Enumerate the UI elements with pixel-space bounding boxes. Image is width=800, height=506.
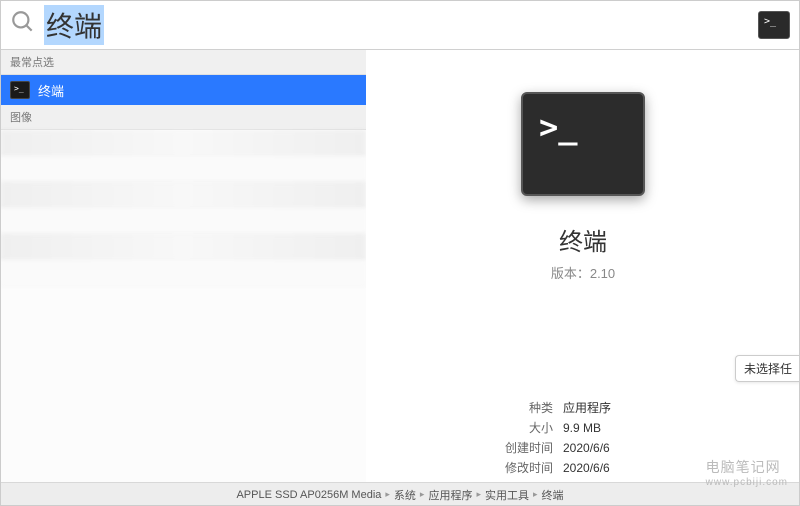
breadcrumb-item[interactable]: 终端 <box>542 487 564 503</box>
breadcrumb-item[interactable]: 系统 <box>394 487 416 503</box>
terminal-app-icon[interactable]: >_ <box>758 11 790 39</box>
details-row-created: 创建时间 2020/6/6 <box>393 438 773 458</box>
chevron-right-icon: ▸ <box>476 489 481 500</box>
details-label: 创建时间 <box>393 438 563 458</box>
list-item[interactable] <box>0 208 366 234</box>
search-input[interactable]: 终端 <box>44 5 104 45</box>
results-panel: 最常点选 >_ 终端 图像 <box>0 50 366 482</box>
details-value: 2020/6/6 <box>563 458 773 478</box>
details-value: 应用程序 <box>563 398 773 418</box>
breadcrumb-item[interactable]: 应用程序 <box>428 487 472 503</box>
list-item[interactable] <box>0 130 366 156</box>
result-row-terminal[interactable]: >_ 终端 <box>0 75 366 105</box>
terminal-large-icon: >_ <box>521 92 645 196</box>
list-item[interactable] <box>0 182 366 208</box>
details-row-modified: 修改时间 2020/6/6 <box>393 458 773 478</box>
search-icon <box>10 9 36 40</box>
details-row-kind: 种类 应用程序 <box>393 398 773 418</box>
version-value: 2.10 <box>590 266 615 281</box>
blurred-results <box>0 130 366 290</box>
list-item[interactable] <box>0 234 366 260</box>
preview-panel: >_ 终端 版本：2.10 未选择任 种类 应用程序 大小 9.9 MB 创建时… <box>366 50 800 482</box>
details-label: 大小 <box>393 418 563 438</box>
chevron-right-icon: ▸ <box>385 489 390 500</box>
terminal-icon: >_ <box>10 81 30 99</box>
main-content: 最常点选 >_ 终端 图像 >_ 终端 版本：2.10 未选择任 种类 <box>0 50 800 482</box>
chevron-right-icon: ▸ <box>420 489 425 500</box>
list-item[interactable] <box>0 156 366 182</box>
chevron-right-icon: ▸ <box>533 489 538 500</box>
version-label: 版本： <box>551 266 590 281</box>
terminal-prompt-glyph: >_ <box>14 84 24 93</box>
terminal-prompt-glyph: >_ <box>764 16 776 27</box>
details-table: 种类 应用程序 大小 9.9 MB 创建时间 2020/6/6 修改时间 202… <box>393 398 773 478</box>
details-value: 2020/6/6 <box>563 438 773 458</box>
details-value: 9.9 MB <box>563 418 773 438</box>
app-title: 终端 <box>559 222 607 257</box>
breadcrumb-item[interactable]: APPLE SSD AP0256M Media <box>236 489 381 501</box>
search-bar: 终端 >_ <box>0 0 800 50</box>
details-label: 修改时间 <box>393 458 563 478</box>
result-label: 终端 <box>38 81 64 100</box>
app-version: 版本：2.10 <box>551 263 615 282</box>
section-header-images: 图像 <box>0 105 366 130</box>
tag-popover[interactable]: 未选择任 <box>735 355 800 382</box>
details-row-size: 大小 9.9 MB <box>393 418 773 438</box>
details-label: 种类 <box>393 398 563 418</box>
list-item[interactable] <box>0 260 366 286</box>
terminal-prompt-glyph: >_ <box>539 108 578 146</box>
breadcrumb: APPLE SSD AP0256M Media ▸ 系统 ▸ 应用程序 ▸ 实用… <box>0 482 800 506</box>
breadcrumb-item[interactable]: 实用工具 <box>485 487 529 503</box>
section-header-top-hits: 最常点选 <box>0 50 366 75</box>
